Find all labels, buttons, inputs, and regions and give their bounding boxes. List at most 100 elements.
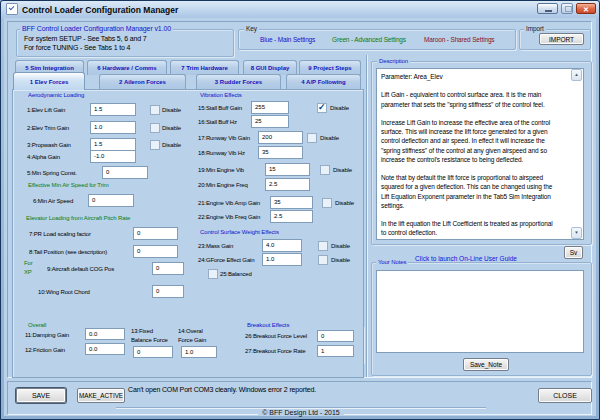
default-cog-pos-input[interactable]: 0: [152, 262, 184, 275]
make-active-button[interactable]: MAKE_ACTIVE: [77, 388, 125, 403]
tab-9-project-steps[interactable]: 9 Project Steps: [299, 60, 361, 75]
min-spring-const-input[interactable]: 0: [102, 166, 148, 179]
gforce-effect-gain-label: 24:GForce Effect Gain: [198, 256, 254, 264]
tab-4-ap-following[interactable]: 4 A/P Following: [286, 74, 361, 89]
elev-trim-gain-label: 2:Elev Trim Gain: [27, 124, 69, 132]
key-blue-label: Blue - Main Settings: [260, 36, 315, 44]
runway-vib-hz-label: 18:Runway Vib Hz: [198, 149, 245, 157]
scroll-down-arrow[interactable]: ▼: [571, 227, 582, 239]
damping-gain-label: 11:Damping Gain: [25, 331, 69, 339]
scroll-up-arrow[interactable]: ▲: [571, 69, 582, 81]
damping-gain-input[interactable]: 0.0: [85, 328, 125, 340]
mass-gain-disable-checkbox[interactable]: [318, 241, 328, 251]
stall-buff-gain-disable-checkbox[interactable]: [317, 103, 327, 113]
user-guide-link[interactable]: Click to launch On-Line User Guide: [415, 255, 517, 262]
min-engine-freq-input[interactable]: 2.5: [265, 178, 310, 191]
min-engine-vib-input[interactable]: 15: [265, 163, 310, 176]
description-text: Parameter: Area_Elev Lift Gain - equival…: [381, 72, 569, 238]
runway-vib-gain-input[interactable]: 200: [258, 131, 303, 144]
min-air-speed-input[interactable]: 0: [88, 194, 134, 207]
disable-label: Disable: [162, 141, 181, 149]
mass-gain-input[interactable]: 4.0: [262, 239, 302, 252]
engine-vib-amp-gain-input[interactable]: 35: [270, 196, 313, 209]
elev-lift-gain-disable-checkbox[interactable]: [150, 105, 160, 115]
key-green-label: Green - Advanced Settings: [332, 36, 406, 44]
alpha-gain-label: 4:Alpha Gain: [27, 153, 60, 161]
stall-buff-gain-input[interactable]: 255: [251, 101, 289, 114]
window-icon: [6, 3, 18, 15]
elev-trim-gain-input[interactable]: 1.0: [90, 121, 136, 134]
engine-vib-amp-gain-disable-checkbox[interactable]: [322, 198, 332, 208]
overall-force-gain-input[interactable]: 1.0: [181, 346, 217, 358]
pr-load-scaling-input[interactable]: 0: [133, 227, 178, 240]
info-group: [16, 29, 234, 57]
tab-3-rudder-forces[interactable]: 3 Rudder Forces: [196, 74, 281, 89]
min-engine-vib-disable-checkbox[interactable]: [320, 165, 330, 175]
stall-buff-hz-input[interactable]: 25: [251, 115, 289, 128]
engine-vib-freq-gain-input[interactable]: 2.5: [270, 210, 313, 223]
propwash-gain-disable-checkbox[interactable]: [150, 140, 160, 150]
overall-force-gain-label: 14:Overal Force Gain: [178, 327, 206, 344]
wing-root-chord-label: 10:Wing Root Chord: [38, 288, 90, 296]
breakout-effects-title: Breakout Effects: [245, 321, 291, 329]
tab-1-elev-forces[interactable]: 1 Elev Forces: [13, 72, 85, 90]
save-note-button[interactable]: Save_Note: [463, 358, 509, 371]
tab-2-aileron-forces[interactable]: 2 Aileron Forces: [99, 74, 186, 89]
info-line2: For force TUNING - See Tabs 1 to 4: [24, 44, 130, 52]
tail-position-input[interactable]: 0: [133, 245, 178, 258]
your-notes-title: Your Notes: [376, 258, 408, 266]
alpha-gain-input[interactable]: -1.0: [90, 150, 136, 163]
elev-lift-gain-label: 1:Elev Lift Gain: [27, 106, 65, 114]
key-group-title: Key: [244, 25, 259, 33]
elev-lift-gain-input[interactable]: 1.5: [90, 103, 136, 116]
engine-vib-amp-gain-label: 21:Engine Vib Amp Gain: [198, 199, 260, 207]
import-button[interactable]: IMPORT: [539, 33, 584, 45]
description-title: Description: [377, 57, 410, 65]
close-window-button[interactable]: CLOSE: [538, 388, 592, 403]
fixed-balance-force-input[interactable]: 0: [133, 346, 173, 358]
window-title: Control Loader Configuration Manager: [22, 5, 178, 15]
disable-label: Disable: [333, 166, 352, 174]
minimize-button[interactable]: [537, 3, 558, 14]
tab-6-hardware-comms[interactable]: 6 Hardware / Comms: [87, 60, 167, 75]
disable-label: Disable: [320, 134, 339, 142]
vibration-effects-title: Vibration Effects: [198, 91, 244, 99]
overall-title: Overall: [26, 321, 48, 329]
notes-textarea[interactable]: [376, 270, 584, 353]
wing-root-chord-input[interactable]: 0: [152, 285, 184, 298]
balanced-checkbox[interactable]: [208, 269, 218, 279]
propwash-gain-label: 3:Propwash Gain: [27, 141, 71, 149]
status-message: Can't open COM Port COM3 cleanly. Window…: [128, 386, 316, 394]
gforce-effect-gain-input[interactable]: 1.0: [262, 253, 302, 266]
maximize-button[interactable]: [561, 3, 573, 14]
mass-gain-label: 23:Mass Gain: [198, 242, 233, 250]
tab-7-trim-hardware[interactable]: 7 Trim Hardware: [170, 60, 239, 75]
stall-buff-hz-label: 16:Stall Buff Hz: [198, 118, 237, 126]
breakout-force-level-label: 26:Breakout Force Level: [245, 332, 307, 340]
sv-button[interactable]: Sv: [564, 246, 583, 259]
breakout-force-level-input[interactable]: 0: [317, 330, 354, 342]
save-button[interactable]: SAVE: [16, 388, 66, 403]
friction-gain-input[interactable]: 0.0: [85, 343, 125, 355]
default-cog-pos-label: 9:Aircraft default COG Pos: [47, 265, 114, 273]
disable-label: Disable: [162, 124, 181, 132]
pr-load-scaling-label: 7:PR Load scaling factor: [29, 230, 91, 238]
disable-label: Disable: [335, 199, 354, 207]
balanced-label: 25:Balanced: [220, 270, 252, 278]
gforce-effect-gain-disable-checkbox[interactable]: [318, 255, 328, 265]
runway-vib-hz-input[interactable]: 35: [258, 146, 303, 159]
weight-effects-title: Control Surface Weight Effects: [198, 228, 281, 236]
stall-buff-gain-label: 15:Stall Buff Gain: [198, 104, 242, 112]
elev-trim-gain-disable-checkbox[interactable]: [150, 123, 160, 133]
breakout-force-rate-input[interactable]: 1: [317, 345, 354, 357]
copyright-label: © BFF Design Ltd - 2015: [258, 409, 344, 416]
engine-vib-freq-gain-label: 22:Engine Vib Freq Gain: [198, 213, 260, 221]
pitch-rate-title: Elevator Loading from Aircraft Pitch Rat…: [24, 214, 132, 222]
min-engine-freq-label: 20:Min Engine Freq: [198, 181, 248, 189]
close-button[interactable]: ✕: [576, 3, 596, 14]
import-group-title: Import: [524, 25, 546, 33]
tail-position-label: 8:Tail Position (see description): [29, 248, 107, 256]
runway-vib-gain-label: 17:Runway Vib Gain: [198, 134, 250, 142]
runway-vib-gain-disable-checkbox[interactable]: [307, 133, 317, 143]
tab-8-gui-display[interactable]: 8 GUI Display: [243, 60, 297, 75]
